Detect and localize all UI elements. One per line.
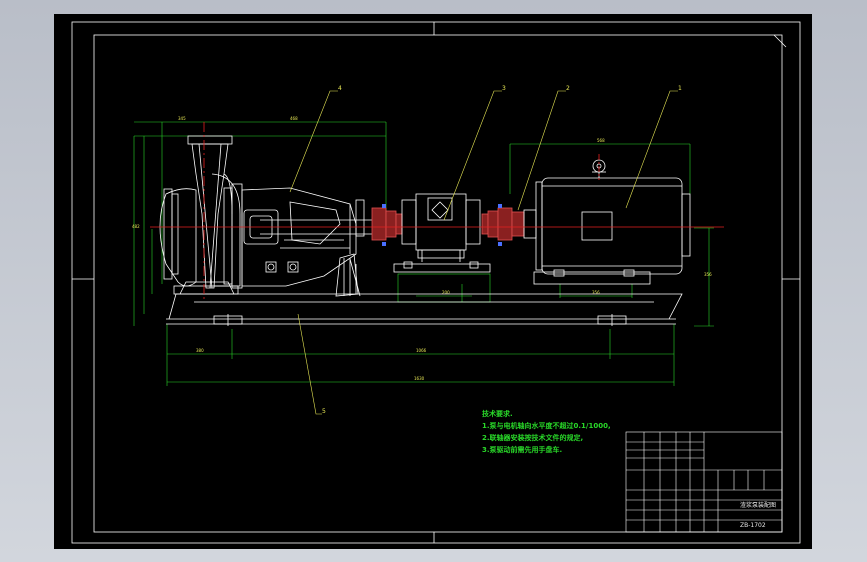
intermediate-unit bbox=[401, 193, 481, 269]
center-lines bbox=[150, 122, 724, 299]
motor-coupling bbox=[481, 207, 525, 241]
tech-req-line-2: 2.联轴器安装按技术文件的规定, bbox=[482, 433, 583, 442]
balloon-4: 4 bbox=[338, 85, 342, 92]
balloon-5: 5 bbox=[322, 408, 326, 415]
bearing-housing bbox=[241, 187, 365, 297]
technical-requirements: 技术要求. 1.泵与电机轴向水平度不超过0.1/1000, 2.联轴器安装按技术… bbox=[482, 409, 611, 454]
svg-text:468: 468 bbox=[290, 116, 298, 121]
part-balloon-labels: 4 3 2 1 5 bbox=[322, 85, 682, 415]
inner-drawing-frame bbox=[93, 34, 783, 533]
tech-req-heading: 技术要求. bbox=[482, 409, 513, 418]
pump-casing bbox=[159, 135, 243, 295]
dimension-values: 345 468 568 482 380 1066 1630 356 200 35… bbox=[132, 116, 712, 381]
svg-text:482: 482 bbox=[132, 224, 140, 229]
tech-req-line-1: 1.泵与电机轴向水平度不超过0.1/1000, bbox=[482, 421, 611, 430]
drawing-title: 渣浆泵装配图 bbox=[740, 501, 776, 509]
balloon-2: 2 bbox=[566, 85, 570, 92]
cad-viewport[interactable]: 345 468 568 482 380 1066 1630 356 200 35… bbox=[54, 14, 812, 549]
base-frame bbox=[166, 258, 683, 326]
balloon-1: 1 bbox=[678, 85, 682, 92]
part-leaders bbox=[289, 90, 678, 415]
svg-text:568: 568 bbox=[597, 138, 605, 143]
motor bbox=[523, 159, 691, 277]
drawing-number: ZB-1702 bbox=[740, 522, 766, 529]
tech-req-line-3: 3.泵驱动前需先用手盘车. bbox=[482, 445, 562, 454]
title-block-text: 渣浆泵装配图 ZB-1702 bbox=[740, 501, 776, 529]
svg-text:380: 380 bbox=[196, 348, 204, 353]
pump-assembly-drawing: 345 468 568 482 380 1066 1630 356 200 35… bbox=[71, 21, 801, 544]
svg-text:356: 356 bbox=[704, 272, 712, 277]
pump-coupling bbox=[371, 207, 403, 241]
balloon-3: 3 bbox=[502, 85, 506, 92]
svg-text:1630: 1630 bbox=[414, 376, 425, 381]
outer-sheet-border bbox=[71, 21, 801, 544]
dimension-lines bbox=[133, 121, 714, 386]
centering-marks bbox=[72, 22, 800, 543]
svg-text:345: 345 bbox=[178, 116, 186, 121]
title-block bbox=[625, 431, 783, 533]
svg-text:1066: 1066 bbox=[416, 348, 427, 353]
